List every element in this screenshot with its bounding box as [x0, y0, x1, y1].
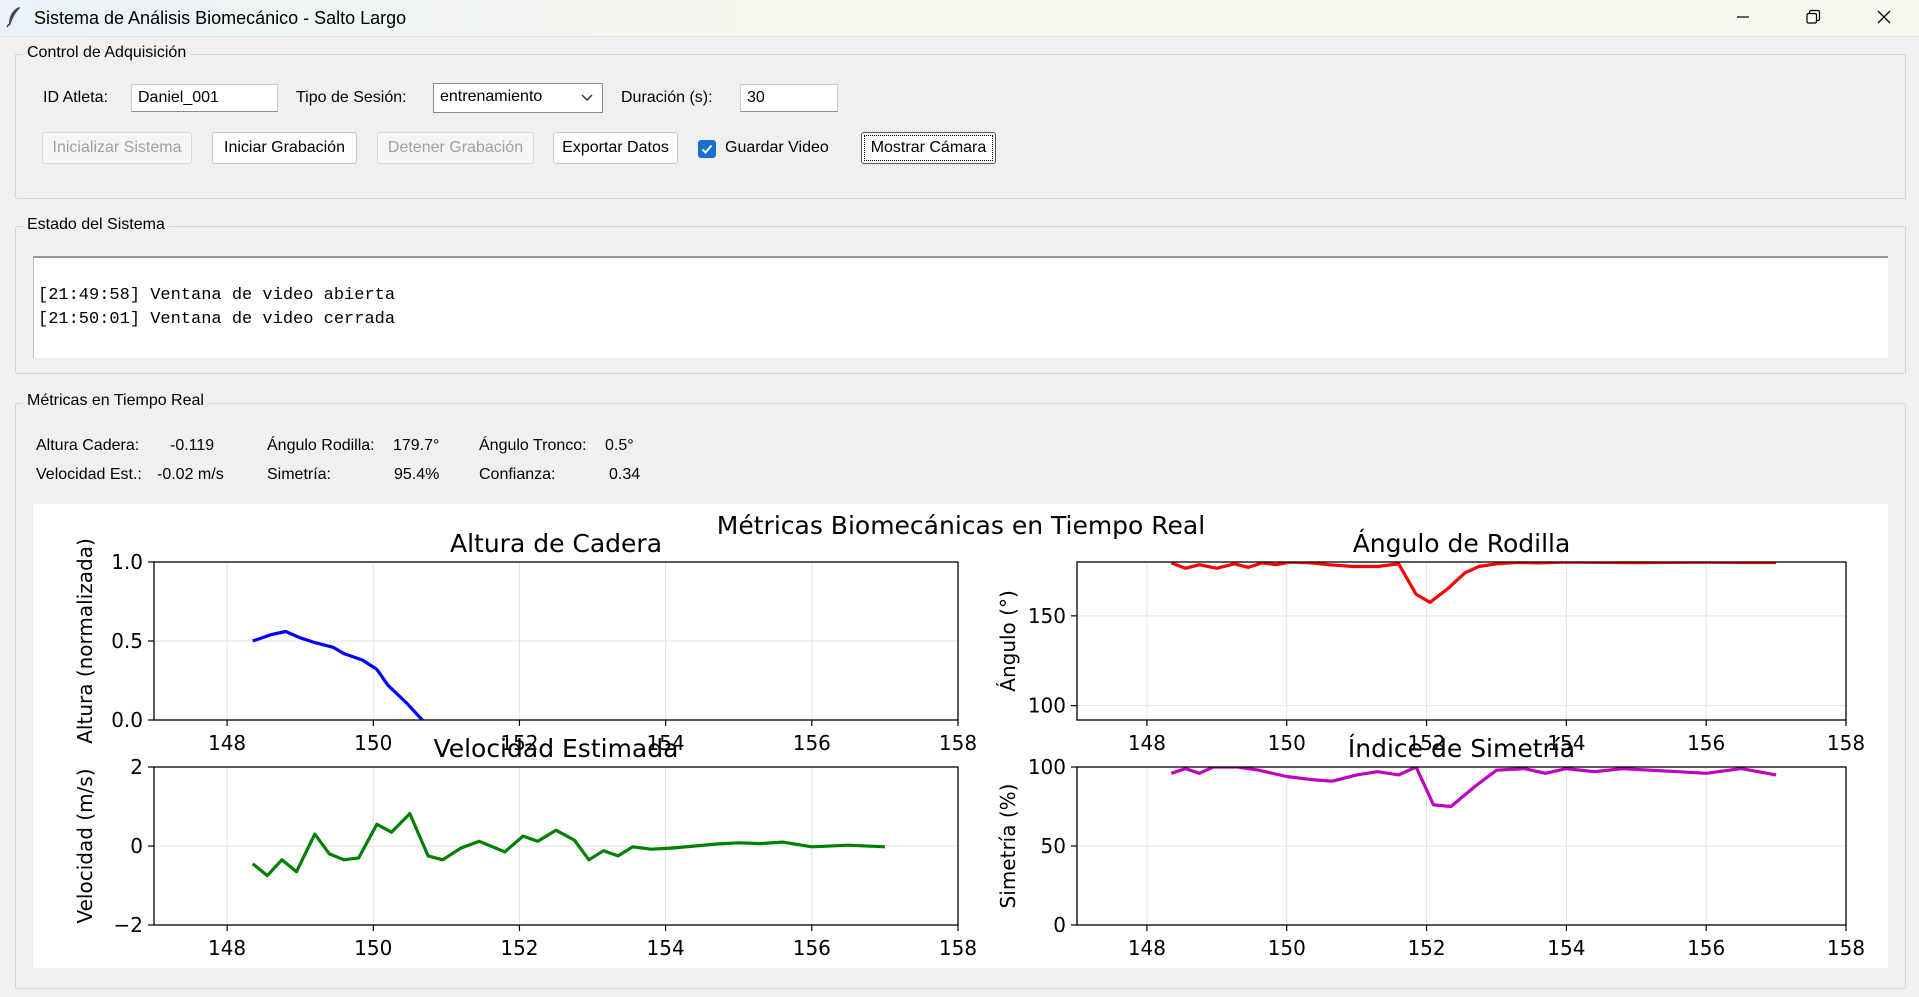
- restore-icon: [1806, 9, 1821, 24]
- session-type-label: Tipo de Sesión:: [296, 89, 407, 106]
- session-type-value: entrenamiento: [440, 88, 543, 105]
- y-tick-label: 0.5: [111, 629, 143, 653]
- x-tick-label: 158: [939, 731, 977, 755]
- x-tick-label: 150: [1268, 936, 1306, 960]
- y-axis-label: Ángulo (°): [996, 590, 1020, 691]
- status-log[interactable]: [21:49:58] Ventana de video abierta [21:…: [33, 256, 1888, 358]
- x-tick-label: 156: [1687, 731, 1725, 755]
- chevron-down-icon: [581, 94, 593, 101]
- axes-frame: [1076, 561, 1847, 721]
- x-tick-label: 148: [208, 731, 246, 755]
- series-line: [1170, 562, 1777, 605]
- y-axis-label: Simetría (%): [996, 784, 1020, 909]
- x-tick-label: 152: [1407, 936, 1445, 960]
- show-camera-button[interactable]: Mostrar Cámara: [861, 132, 996, 164]
- x-tick-label: 150: [354, 936, 392, 960]
- velocity-label: Velocidad Est.:: [36, 466, 142, 483]
- figure-suptitle: Métricas Biomecánicas en Tiempo Real: [717, 511, 1205, 540]
- knee-angle-label: Ángulo Rodilla:: [267, 437, 375, 454]
- x-tick-label: 154: [647, 936, 685, 960]
- minimize-icon: [1737, 16, 1749, 18]
- subplot-title: Índice de Simetría: [1348, 734, 1575, 763]
- athlete-id-input[interactable]: Daniel_001: [131, 84, 278, 112]
- subplot-title: Ángulo de Rodilla: [1353, 529, 1571, 558]
- x-tick-label: 148: [1128, 936, 1166, 960]
- stop-recording-button[interactable]: Detener Grabación: [377, 132, 534, 164]
- export-data-button[interactable]: Exportar Datos: [553, 132, 678, 164]
- subplot-2: 148 150 152 154 156 158100150Ángulo de Rodill…: [996, 529, 1865, 755]
- x-tick-label: 152: [500, 936, 538, 960]
- y-tick-label: 100: [1028, 755, 1066, 779]
- trunk-angle-label: Ángulo Tronco:: [479, 437, 587, 454]
- x-tick-label: 158: [1827, 936, 1865, 960]
- x-tick-label: 156: [793, 936, 831, 960]
- x-tick-label: 158: [939, 936, 977, 960]
- minimize-button[interactable]: [1714, 0, 1772, 34]
- duration-label: Duración (s):: [621, 89, 713, 106]
- hip-height-value: -0.119: [170, 437, 215, 454]
- confidence-label: Confianza:: [479, 466, 556, 483]
- window-title: Sistema de Análisis Biomecánico - Salto …: [34, 8, 407, 28]
- save-video-checkbox[interactable]: [698, 140, 716, 158]
- session-type-select[interactable]: entrenamiento: [433, 83, 603, 113]
- y-tick-label: 100: [1028, 694, 1066, 718]
- close-button[interactable]: [1855, 0, 1913, 34]
- athlete-id-label: ID Atleta:: [43, 89, 108, 106]
- hip-height-label: Altura Cadera:: [36, 437, 140, 454]
- x-tick-label: 154: [1547, 936, 1585, 960]
- y-tick-label: −2: [114, 913, 143, 937]
- x-tick-label: 148: [1128, 731, 1166, 755]
- metrics-group-label: Métricas en Tiempo Real: [23, 392, 208, 410]
- y-tick-label: 1.0: [111, 550, 143, 574]
- y-tick-label: 0: [130, 834, 143, 858]
- symmetry-label: Simetría:: [267, 466, 332, 483]
- trunk-angle-value: 0.5°: [605, 437, 634, 454]
- subplot-title: Altura de Cadera: [450, 529, 662, 558]
- duration-input[interactable]: 30: [740, 84, 838, 112]
- x-tick-label: 156: [1687, 936, 1725, 960]
- restore-button[interactable]: [1784, 0, 1842, 34]
- x-tick-label: 150: [1268, 731, 1306, 755]
- y-axis-label: Altura (normalizada): [73, 538, 97, 744]
- y-tick-label: 0.0: [111, 708, 143, 732]
- x-tick-label: 148: [208, 936, 246, 960]
- close-icon: [1877, 10, 1891, 24]
- x-tick-label: 150: [354, 731, 392, 755]
- subplot-4: 148 150 152 154 156 158 0 50 100 Índice de Simetr…: [996, 734, 1865, 960]
- x-tick-label: 156: [793, 731, 831, 755]
- status-group-label: Estado del Sistema: [23, 216, 169, 234]
- x-tick-label: 158: [1827, 731, 1865, 755]
- y-tick-label: 2: [130, 755, 143, 779]
- start-recording-button[interactable]: Iniciar Grabación: [212, 132, 357, 164]
- y-tick-label: 150: [1028, 604, 1066, 628]
- symmetry-value: 95.4%: [394, 466, 440, 483]
- confidence-value: 0.34: [609, 466, 641, 483]
- initialize-system-button[interactable]: Inicializar Sistema: [42, 132, 192, 164]
- metrics-figure-svg: Métricas Biomecánicas en Tiempo Real 148…: [73, 511, 1865, 960]
- knee-angle-value: 179.7°: [393, 437, 440, 454]
- check-icon: [701, 144, 713, 154]
- metrics-figure: Métricas Biomecánicas en Tiempo Real 148…: [33, 504, 1888, 968]
- acquisition-group-label: Control de Adquisición: [23, 44, 191, 62]
- subplot-1: 148 150 152 154 156 1580.00.51.0Altura de Cad…: [73, 529, 977, 755]
- subplot-3: 148 150 152 154 156 158 −2 0 2 Velocidad Estimada…: [73, 734, 977, 960]
- acquisition-group: [15, 54, 1906, 199]
- feather-icon: [6, 7, 20, 28]
- y-axis-label: Velocidad (m/s): [73, 768, 97, 923]
- title-bar: Sistema de Análisis Biomecánico - Salto …: [0, 0, 1919, 37]
- velocity-value: -0.02 m/s: [157, 466, 224, 483]
- y-tick-label: 0: [1053, 913, 1066, 937]
- series-line: [251, 812, 885, 878]
- subplot-title: Velocidad Estimada: [434, 734, 679, 763]
- save-video-label: Guardar Video: [725, 139, 829, 156]
- series-line: [1170, 767, 1777, 809]
- y-tick-label: 50: [1041, 834, 1066, 858]
